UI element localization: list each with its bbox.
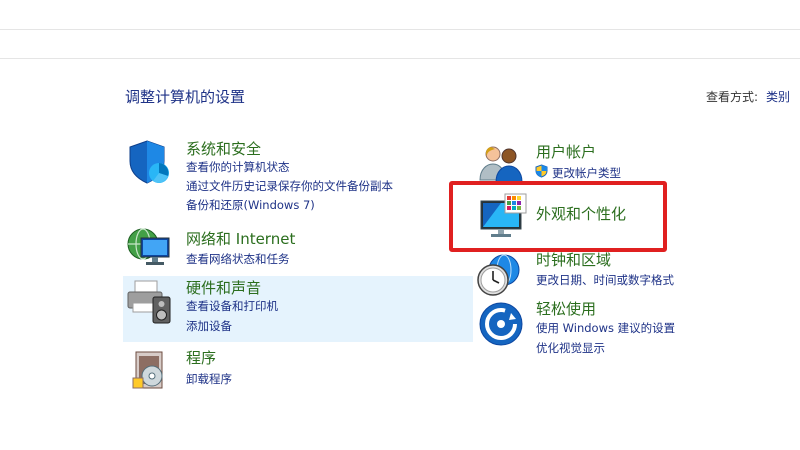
ease-of-access-icon[interactable] xyxy=(478,301,524,347)
shield-icon[interactable] xyxy=(127,139,171,185)
title-bar xyxy=(0,0,800,30)
category-title-appearance[interactable]: 外观和个性化 xyxy=(536,203,626,224)
clock-icon[interactable] xyxy=(476,252,522,298)
link-devices-printers[interactable]: 查看设备和打印机 xyxy=(186,298,278,314)
appearance-icon[interactable] xyxy=(478,193,528,241)
address-bar xyxy=(0,30,800,59)
uac-shield-icon xyxy=(535,164,548,178)
link-uninstall-program[interactable]: 卸载程序 xyxy=(186,371,232,387)
category-title-hardware-sound[interactable]: 硬件和声音 xyxy=(186,277,261,298)
network-icon[interactable] xyxy=(125,224,173,270)
page-title: 调整计算机的设置 xyxy=(125,88,246,106)
link-optimize-visual-display[interactable]: 优化视觉显示 xyxy=(536,340,605,356)
link-view-computer-status[interactable]: 查看你的计算机状态 xyxy=(186,159,290,175)
printer-icon[interactable] xyxy=(125,279,173,325)
link-add-device[interactable]: 添加设备 xyxy=(186,318,232,334)
view-by-label: 查看方式: xyxy=(706,90,759,104)
view-by: 查看方式: 类别 xyxy=(706,88,790,105)
category-title-programs[interactable]: 程序 xyxy=(186,347,216,368)
category-title-network-internet[interactable]: 网络和 Internet xyxy=(186,228,295,249)
programs-icon[interactable] xyxy=(130,348,170,392)
link-network-status[interactable]: 查看网络状态和任务 xyxy=(186,251,290,267)
link-file-history[interactable]: 通过文件历史记录保存你的文件备份副本 xyxy=(186,178,393,194)
link-change-account-type[interactable]: 更改帐户类型 xyxy=(552,165,621,181)
view-by-dropdown[interactable]: 类别 xyxy=(766,90,790,104)
category-title-user-accounts[interactable]: 用户帐户 xyxy=(536,141,596,162)
category-title-clock-region[interactable]: 时钟和区域 xyxy=(536,249,611,270)
link-backup-restore[interactable]: 备份和还原(Windows 7) xyxy=(186,197,315,213)
hardware-sound-hover-row[interactable] xyxy=(123,276,473,342)
link-change-date-time-format[interactable]: 更改日期、时间或数字格式 xyxy=(536,272,674,288)
category-title-system-security[interactable]: 系统和安全 xyxy=(186,138,261,159)
users-icon[interactable] xyxy=(478,144,524,184)
category-title-ease-of-access[interactable]: 轻松使用 xyxy=(536,298,596,319)
link-windows-suggested-settings[interactable]: 使用 Windows 建议的设置 xyxy=(536,320,675,336)
